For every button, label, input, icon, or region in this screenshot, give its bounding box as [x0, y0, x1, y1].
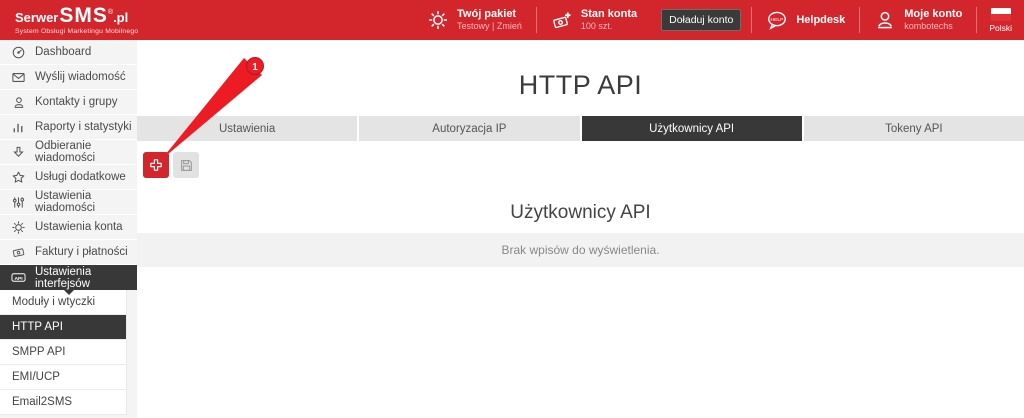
dashboard-gauge-icon — [11, 45, 26, 60]
logo-tagline: System Obsługi Marketingu Mobilnego — [15, 28, 138, 35]
sidebar-item-label: Ustawienia interfejsów — [35, 266, 137, 290]
tab-tokeny-api[interactable]: Tokeny API — [804, 116, 1024, 141]
account-title: Moje konto — [904, 8, 962, 22]
package-subtitle[interactable]: Testowy | Zmień — [457, 21, 522, 32]
tab-bar: Ustawienia Autoryzacja IP Użytkownicy AP… — [137, 116, 1024, 141]
sidebar-item-label: Kontakty i grupy — [35, 96, 117, 108]
submenu-item-http-api[interactable]: HTTP API — [0, 315, 126, 340]
page-title: HTTP API — [137, 70, 1024, 101]
sidebar-item-uslugi-dodatkowe[interactable]: Usługi dodatkowe — [0, 165, 137, 190]
submenu-item-smpp-api[interactable]: SMPP API — [0, 340, 126, 365]
star-icon — [11, 170, 26, 185]
empty-state-bar: Brak wpisów do wyświetlenia. — [137, 233, 1024, 267]
logo-serwer: Serwer — [15, 11, 58, 24]
sidebar-item-odbieranie-wiadomosci[interactable]: Odbieranie wiadomości — [0, 140, 137, 165]
sidebar-item-label: Faktury i płatności — [35, 246, 128, 258]
user-icon — [874, 9, 896, 31]
export-list-button[interactable] — [173, 152, 199, 178]
balance-amount: 100 szt. — [581, 21, 637, 32]
helpdesk-menu[interactable]: HELP Helpdesk — [752, 0, 859, 40]
section-title: Użytkownicy API — [137, 202, 1024, 224]
top-header: SerwerSMS®.pl System Obsługi Marketingu … — [0, 0, 1024, 40]
brand-logo[interactable]: SerwerSMS®.pl System Obsługi Marketingu … — [0, 5, 138, 35]
sidebar-item-wyslij-wiadomosc[interactable]: Wyślij wiadomość — [0, 65, 137, 90]
banknote-icon — [11, 245, 26, 260]
sidebar-item-label: Usługi dodatkowe — [35, 171, 126, 183]
plus-icon — [148, 157, 164, 173]
sidebar-item-label: Ustawienia wiadomości — [35, 190, 137, 214]
package-title: Twój pakiet — [457, 8, 522, 22]
contacts-icon — [11, 95, 26, 110]
submenu-item-email2sms[interactable]: Email2SMS — [0, 390, 126, 415]
bar-chart-icon — [11, 120, 26, 135]
balance-menu[interactable]: Stan konta 100 szt. — [537, 0, 651, 40]
sidebar-item-label: Ustawienia konta — [35, 221, 123, 233]
language-label: Polski — [989, 23, 1012, 33]
logo-sms: SMS — [59, 5, 108, 26]
svg-text:HELP: HELP — [771, 17, 785, 23]
tab-autoryzacja-ip[interactable]: Autoryzacja IP — [359, 116, 579, 141]
empty-state-message: Brak wpisów do wyświetlenia. — [501, 243, 659, 257]
logo-text: SerwerSMS®.pl — [15, 5, 138, 26]
main-content: HTTP API Ustawienia Autoryzacja IP Użytk… — [137, 40, 1024, 418]
banknote-plus-icon — [551, 9, 573, 31]
sidebar-item-raporty-i-statystyki[interactable]: Raporty i statystyki — [0, 115, 137, 140]
poland-flag-icon — [991, 8, 1011, 21]
sidebar-item-label: Dashboard — [35, 46, 91, 58]
sidebar-item-ustawienia-wiadomosci[interactable]: Ustawienia wiadomości — [0, 190, 137, 215]
add-api-user-button[interactable] — [143, 152, 169, 178]
gear-icon — [427, 9, 449, 31]
sidebar-item-kontakty-i-grupy[interactable]: Kontakty i grupy — [0, 90, 137, 115]
floppy-disk-icon — [179, 158, 194, 173]
serwersms-panel: SerwerSMS®.pl System Obsługi Marketingu … — [0, 0, 1024, 418]
sidebar-nav: Dashboard Wyślij wiadomość Kontakty i gr… — [0, 40, 137, 418]
interfaces-submenu: Moduły i wtyczki HTTP API SMPP API EMI/U… — [0, 290, 127, 415]
sidebar-item-dashboard[interactable]: Dashboard — [0, 40, 137, 65]
toolbar — [143, 152, 1024, 178]
submenu-item-emi-ucp[interactable]: EMI/UCP — [0, 365, 126, 390]
sidebar-item-label: Odbieranie wiadomości — [35, 140, 137, 164]
sliders-icon — [11, 195, 26, 210]
gear-icon — [11, 220, 26, 235]
api-badge-icon: API — [11, 270, 26, 285]
account-username: kombotechs — [904, 21, 962, 32]
topup-button[interactable]: Doładuj konto — [661, 9, 741, 31]
sidebar-item-label: Raporty i statystyki — [35, 121, 132, 133]
svg-text:API: API — [14, 276, 23, 282]
package-menu[interactable]: Twój pakiet Testowy | Zmień — [413, 0, 536, 40]
sidebar-item-label: Wyślij wiadomość — [35, 71, 126, 83]
balance-title: Stan konta — [581, 8, 637, 22]
sidebar-item-ustawienia-konta[interactable]: Ustawienia konta — [0, 215, 137, 240]
language-selector[interactable]: Polski — [977, 8, 1024, 33]
envelope-icon — [11, 70, 26, 85]
logo-pl: .pl — [113, 11, 128, 24]
helpdesk-label: Helpdesk — [796, 14, 845, 26]
helpdesk-bubble-icon: HELP — [766, 9, 788, 31]
account-menu[interactable]: Moje konto kombotechs — [860, 0, 976, 40]
tab-uzytkownicy-api[interactable]: Użytkownicy API — [582, 116, 802, 141]
sidebar-item-ustawienia-interfejsow[interactable]: API Ustawienia interfejsów — [0, 265, 137, 290]
topbar-right: Twój pakiet Testowy | Zmień Stan konta 1… — [413, 0, 1024, 40]
download-arrow-icon — [11, 145, 26, 160]
sidebar-item-faktury-i-platnosci[interactable]: Faktury i płatności — [0, 240, 137, 265]
tab-ustawienia[interactable]: Ustawienia — [137, 116, 357, 141]
logo-registered-mark: ® — [108, 9, 113, 16]
